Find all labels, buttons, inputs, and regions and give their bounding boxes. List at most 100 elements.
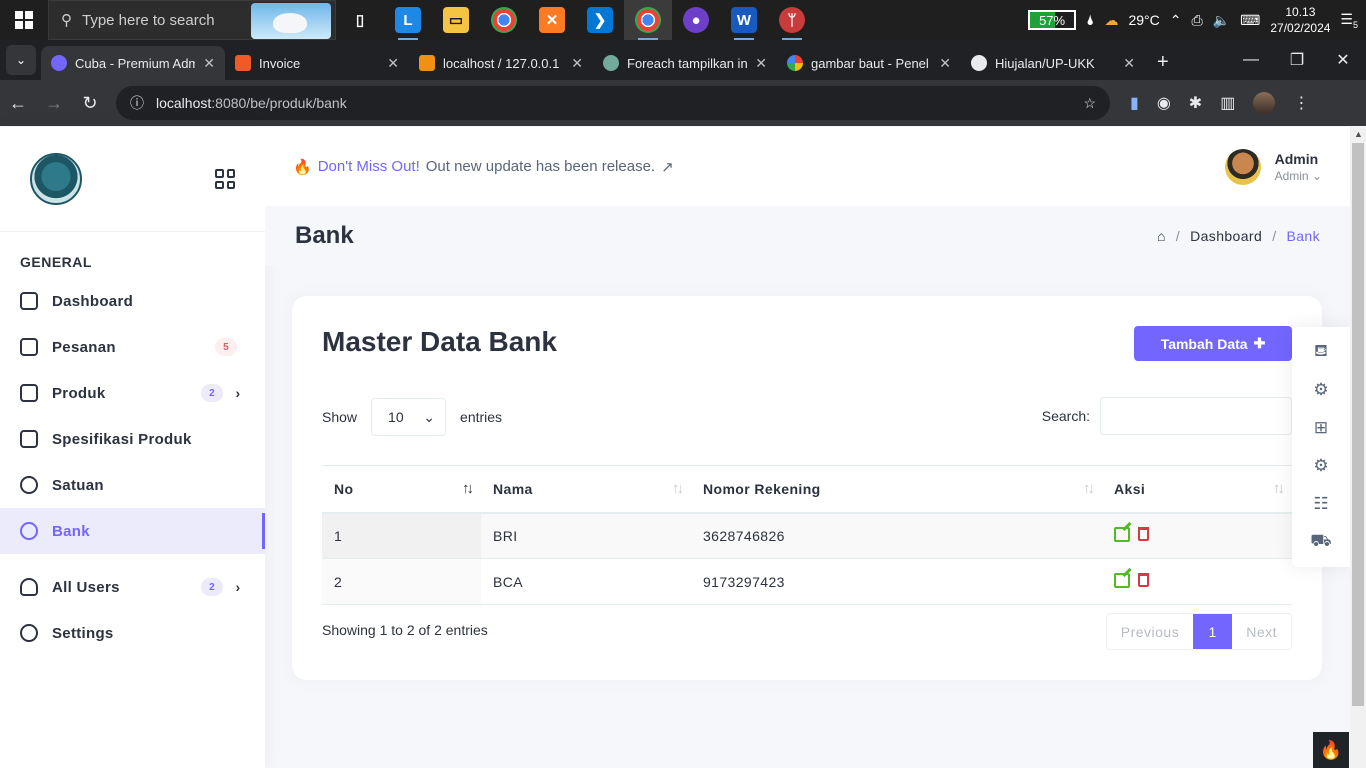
- tab-cuba-premium[interactable]: Cuba - Premium Adm ✕: [41, 46, 225, 80]
- forward-arrow-icon[interactable]: →: [36, 93, 72, 114]
- user-profile-menu[interactable]: Admin Admin ⌄: [1224, 148, 1322, 185]
- sidebar-item-label: Dashboard: [52, 292, 134, 310]
- edit-icon[interactable]: [1114, 526, 1130, 542]
- sidebar-item-label: Settings: [52, 624, 114, 642]
- reload-icon[interactable]: ↻: [72, 93, 108, 114]
- sliders-icon[interactable]: ☷: [1309, 491, 1334, 516]
- sidebar-item-produk[interactable]: Produk 2 ›: [0, 370, 265, 416]
- vscode-icon: ❯: [587, 7, 613, 33]
- codeigniter-debug-toolbar-icon[interactable]: 🔥: [1313, 732, 1349, 768]
- search-input[interactable]: [1100, 397, 1292, 435]
- taskbar-vscode[interactable]: ❯: [576, 0, 624, 40]
- medical-bag-icon[interactable]: ⊞: [1309, 415, 1334, 440]
- windows-logo-icon: [15, 11, 33, 29]
- taskbar-chrome-profile[interactable]: [624, 0, 672, 40]
- sidebar-item-all-users[interactable]: All Users 2 ›: [0, 564, 265, 610]
- sidebar-item-settings[interactable]: Settings: [0, 610, 265, 656]
- ime-icon[interactable]: ⌨: [1240, 12, 1260, 29]
- tab-phpmyadmin[interactable]: localhost / 127.0.0.1 / ✕: [409, 46, 593, 80]
- tab-search-dropdown[interactable]: ⌄: [6, 45, 36, 75]
- pagination-next[interactable]: Next: [1232, 614, 1291, 649]
- taskbar-clock[interactable]: 10.13 27/02/2024: [1270, 4, 1330, 36]
- edit-icon[interactable]: [1114, 572, 1130, 588]
- extension-doc-icon[interactable]: ▮: [1130, 93, 1139, 113]
- new-tab-plus-icon[interactable]: +: [1157, 51, 1169, 74]
- avatar: [1224, 148, 1261, 185]
- scrollbar-thumb[interactable]: [1352, 143, 1364, 706]
- folder-icon: ▭: [443, 7, 469, 33]
- sidebar-item-bank[interactable]: Bank: [0, 508, 265, 554]
- close-tab-icon[interactable]: ✕: [1123, 55, 1135, 72]
- close-window-icon[interactable]: ✕: [1320, 40, 1366, 80]
- taskbar-app-launcher[interactable]: L: [384, 0, 432, 40]
- gear-icon[interactable]: ⚙: [1309, 377, 1334, 402]
- side-panel-icon[interactable]: ▥: [1220, 93, 1235, 113]
- close-tab-icon[interactable]: ✕: [939, 55, 951, 72]
- taskbar-chrome[interactable]: [480, 0, 528, 40]
- sidebar-item-pesanan[interactable]: Pesanan 5: [0, 324, 265, 370]
- taskbar-word[interactable]: W: [720, 0, 768, 40]
- task-view-button[interactable]: ▯: [336, 0, 384, 40]
- taskbar-git-tool[interactable]: ᛘ: [768, 0, 816, 40]
- weather-temperature[interactable]: 29°C: [1128, 12, 1159, 28]
- shopping-cart-icon[interactable]: ⛟: [1309, 529, 1334, 554]
- chevron-up-icon[interactable]: ⌃: [1170, 12, 1182, 29]
- info-icon: [20, 624, 38, 642]
- tab-chatgpt[interactable]: Foreach tampilkan in ✕: [593, 46, 777, 80]
- column-header-nomor-rekening[interactable]: Nomor Rekening ↑↓: [691, 465, 1102, 514]
- notice-highlight: Don't Miss Out!: [317, 158, 420, 175]
- gear-icon[interactable]: ⚙: [1309, 453, 1334, 478]
- users-icon: [20, 578, 38, 596]
- external-link-arrow-icon[interactable]: ↗: [661, 158, 674, 176]
- sidebar-toggle-grid-icon[interactable]: [215, 169, 235, 189]
- sidebar-item-dashboard[interactable]: Dashboard: [0, 278, 265, 324]
- profile-avatar[interactable]: [1253, 92, 1276, 114]
- breadcrumb-dashboard-link[interactable]: Dashboard: [1190, 228, 1262, 244]
- chrome-menu-icon[interactable]: ⋮: [1293, 93, 1309, 113]
- add-data-button[interactable]: Tambah Data ✚: [1134, 326, 1292, 361]
- close-tab-icon[interactable]: ✕: [571, 55, 583, 72]
- back-arrow-icon[interactable]: ←: [0, 93, 36, 114]
- home-icon[interactable]: ⌂: [1157, 228, 1166, 244]
- taskbar-search-box[interactable]: ⚲ Type here to search: [48, 0, 336, 40]
- paint-bucket-icon[interactable]: ⛾: [1309, 339, 1334, 364]
- sidebar-item-spesifikasi-produk[interactable]: Spesifikasi Produk: [0, 416, 265, 462]
- extension-circle-icon[interactable]: ◉: [1157, 93, 1171, 113]
- scroll-up-arrow-icon[interactable]: ▲: [1354, 129, 1363, 139]
- sidebar-item-satuan[interactable]: Satuan: [0, 462, 265, 508]
- tab-github[interactable]: Hiujalan/UP-UKK ✕: [961, 46, 1145, 80]
- app-logo[interactable]: [30, 153, 82, 205]
- battery-indicator[interactable]: 57%: [1028, 10, 1077, 30]
- url-text[interactable]: localhost:8080/be/produk/bank: [156, 95, 1071, 111]
- windows-start-button[interactable]: [0, 0, 48, 40]
- tab-invoice[interactable]: Invoice ✕: [225, 46, 409, 80]
- site-info-icon[interactable]: ⓘ: [130, 93, 144, 113]
- minimize-icon[interactable]: —: [1228, 40, 1274, 80]
- column-header-nama[interactable]: Nama ↑↓: [481, 465, 691, 514]
- close-tab-icon[interactable]: ✕: [387, 55, 399, 72]
- cell-nomor-rekening: 3628746826: [691, 512, 1102, 559]
- column-header-aksi[interactable]: Aksi ↑↓: [1102, 465, 1292, 514]
- notification-center-icon[interactable]: ☰5: [1340, 11, 1358, 30]
- page-scrollbar[interactable]: ▲: [1350, 127, 1366, 768]
- close-tab-icon[interactable]: ✕: [203, 55, 215, 72]
- tab-title: Invoice: [259, 55, 301, 71]
- taskbar-file-explorer[interactable]: ▭: [432, 0, 480, 40]
- address-bar[interactable]: ⓘ localhost:8080/be/produk/bank ☆: [116, 86, 1110, 120]
- pagination-page[interactable]: 1: [1193, 614, 1233, 649]
- page-length-select[interactable]: 10 ⌄: [371, 398, 447, 436]
- extensions-puzzle-icon[interactable]: ✱: [1189, 93, 1202, 113]
- close-tab-icon[interactable]: ✕: [755, 55, 767, 72]
- tab-google-search[interactable]: gambar baut - Penel ✕: [777, 46, 961, 80]
- restore-icon[interactable]: ❐: [1274, 40, 1320, 80]
- trash-icon[interactable]: [1138, 573, 1149, 587]
- column-header-no[interactable]: No ↑↓: [322, 465, 481, 514]
- network-icon[interactable]: ⎙: [1192, 12, 1203, 29]
- taskbar-github-desktop[interactable]: ●: [672, 0, 720, 40]
- pagination-previous[interactable]: Previous: [1107, 614, 1193, 649]
- volume-icon[interactable]: 🔈: [1213, 12, 1230, 29]
- trash-icon[interactable]: [1138, 527, 1149, 542]
- browser-toolbar: ← → ↻ ⓘ localhost:8080/be/produk/bank ☆ …: [0, 80, 1366, 126]
- bookmark-star-icon[interactable]: ☆: [1083, 95, 1096, 112]
- taskbar-xampp[interactable]: ✕: [528, 0, 576, 40]
